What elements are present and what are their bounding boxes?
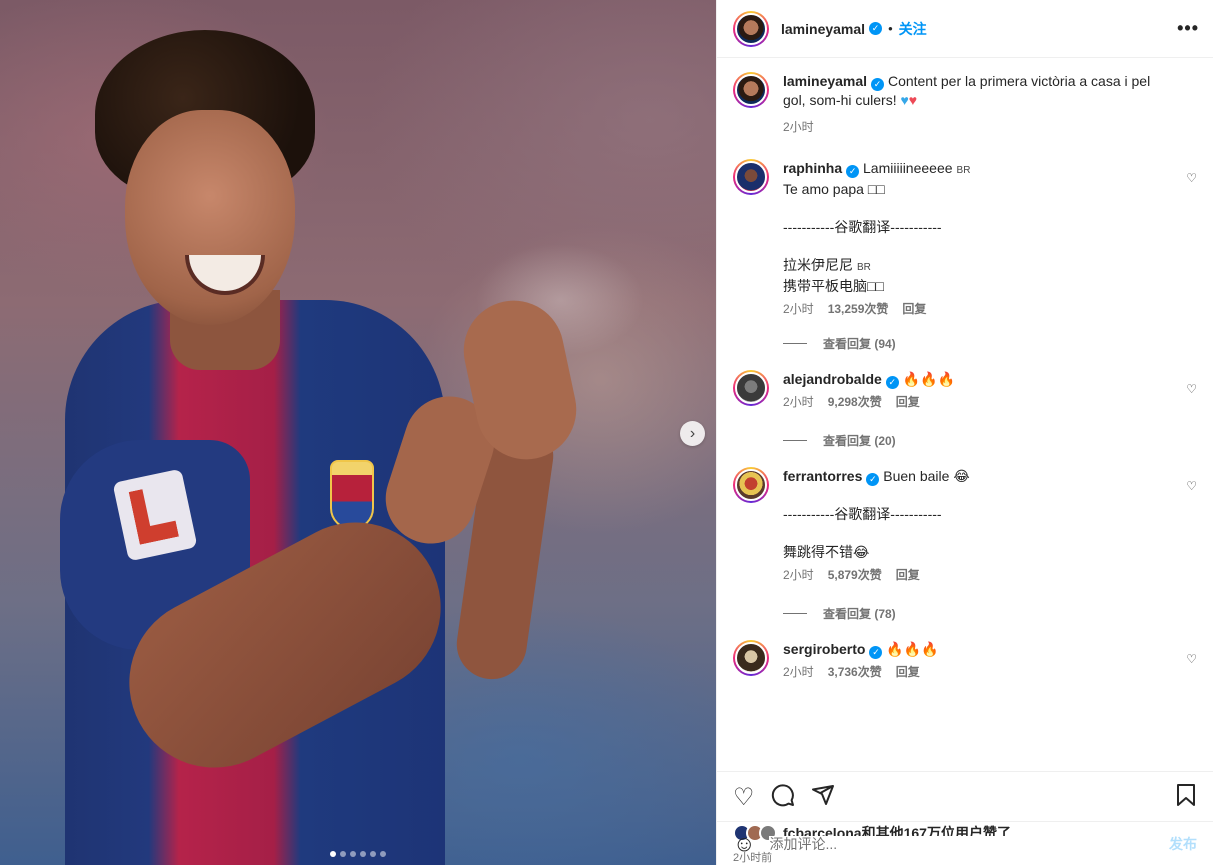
carousel-dot <box>330 851 336 857</box>
verified-icon: ✓ <box>869 22 883 35</box>
like-comment-icon[interactable]: ♡ <box>1186 479 1197 493</box>
caption-time: 2小时 <box>783 120 814 134</box>
avatar[interactable] <box>733 467 769 503</box>
comment-username[interactable]: sergiroberto <box>783 641 865 657</box>
comment-likes[interactable]: 13,259次赞 <box>828 300 889 319</box>
post-side-panel: lamineyamal ✓ • 关注 ••• lamineyamal ✓ Cont… <box>716 0 1213 865</box>
avatar[interactable] <box>733 10 769 47</box>
follow-button[interactable]: 关注 <box>899 19 927 39</box>
view-replies-button[interactable]: 查看回复 (20) <box>783 432 1197 449</box>
more-options-icon[interactable]: ••• <box>1177 18 1199 39</box>
caption: lamineyamal ✓ Content per la primera vict… <box>733 72 1197 137</box>
carousel-dot <box>350 851 356 857</box>
emoji-icon[interactable]: ☺ <box>733 831 755 857</box>
like-comment-icon[interactable]: ♡ <box>1186 382 1197 396</box>
comment-text: 🔥🔥🔥 <box>902 371 955 387</box>
verified-icon: ✓ <box>871 78 885 91</box>
reply-button[interactable]: 回复 <box>896 566 920 585</box>
red-heart-icon: ♥ <box>908 92 918 108</box>
comment-username[interactable]: raphinha <box>783 160 842 176</box>
translated-text: 舞跳得不错😂 <box>783 544 870 560</box>
post-header: lamineyamal ✓ • 关注 ••• <box>717 0 1213 58</box>
caption-username[interactable]: lamineyamal <box>783 73 867 89</box>
bookmark-icon[interactable] <box>1175 783 1197 812</box>
carousel-dot <box>340 851 346 857</box>
view-replies-label: 查看回复 (94) <box>823 337 896 351</box>
reply-button[interactable]: 回复 <box>896 663 920 682</box>
carousel-dot <box>380 851 386 857</box>
carousel-dot <box>370 851 376 857</box>
comment-time: 2小时 <box>783 665 814 679</box>
comment-time: 2小时 <box>783 302 814 316</box>
comment-likes[interactable]: 3,736次赞 <box>828 663 882 682</box>
header-username[interactable]: lamineyamal <box>781 21 865 37</box>
view-replies-button[interactable]: 查看回复 (94) <box>783 335 1197 352</box>
like-comment-icon[interactable]: ♡ <box>1186 171 1197 185</box>
comment-input[interactable] <box>769 835 1169 852</box>
like-comment-icon[interactable]: ♡ <box>1186 652 1197 666</box>
avatar[interactable] <box>733 370 769 406</box>
like-icon[interactable]: ♡ <box>733 785 755 810</box>
comment-item: alejandrobalde ✓ 🔥🔥🔥 2小时 9,298次赞 回复 ♡ <box>733 370 1197 412</box>
next-slide-button[interactable]: › <box>680 421 705 446</box>
view-replies-label: 查看回复 (78) <box>823 607 896 621</box>
avatar[interactable] <box>733 159 769 195</box>
comment-text: 🔥🔥🔥 <box>886 641 939 657</box>
translated-text: 拉米伊尼尼 <box>783 257 853 273</box>
carousel-dot <box>360 851 366 857</box>
verified-icon: ✓ <box>846 165 860 178</box>
comment-username[interactable]: ferrantorres <box>783 468 862 484</box>
comment-likes[interactable]: 5,879次赞 <box>828 566 882 585</box>
verified-icon: ✓ <box>866 473 880 486</box>
post-comment-button[interactable]: 发布 <box>1169 834 1197 854</box>
comment-item: raphinha ✓ Lamiiiiineeeee BR Te amo papa □… <box>733 159 1197 319</box>
comments-list: lamineyamal ✓ Content per la primera vict… <box>717 58 1213 771</box>
comment-item: ferrantorres ✓ Buen baile 😂 -----------谷歌… <box>733 467 1197 585</box>
translation-divider: -----------谷歌翻译----------- <box>783 219 942 235</box>
comment-time: 2小时 <box>783 568 814 582</box>
photo-face <box>125 110 295 325</box>
post-actions: ♡ <box>717 771 1213 823</box>
view-replies-label: 查看回复 (20) <box>823 434 896 448</box>
fcb-crest-icon <box>330 460 374 530</box>
comment-text-suffix: □□ <box>867 181 885 197</box>
carousel-dots <box>330 851 386 857</box>
post-media: › <box>0 0 716 865</box>
header-separator: • <box>888 21 893 36</box>
post-dialog: › lamineyamal ✓ • 关注 ••• lamineyamal ✓ C… <box>0 0 1213 865</box>
translated-text-line2: 携带平板电脑□□ <box>783 278 884 294</box>
view-replies-button[interactable]: 查看回复 (78) <box>783 605 1197 622</box>
comment-text: Buen baile 😂 <box>883 468 970 484</box>
verified-icon: ✓ <box>869 646 883 659</box>
comment-icon[interactable] <box>771 783 795 812</box>
avatar[interactable] <box>733 72 769 108</box>
translation-divider: -----------谷歌翻译----------- <box>783 506 942 522</box>
comment-username[interactable]: alejandrobalde <box>783 371 882 387</box>
share-icon[interactable] <box>811 783 835 812</box>
reply-button[interactable]: 回复 <box>902 300 926 319</box>
verified-icon: ✓ <box>885 376 899 389</box>
reply-button[interactable]: 回复 <box>896 393 920 412</box>
comment-item: sergiroberto ✓ 🔥🔥🔥 2小时 3,736次赞 回复 ♡ <box>733 640 1197 682</box>
translated-tag: BR <box>857 262 871 273</box>
comment-text: Lamiiiiineeeee <box>863 160 953 176</box>
add-comment-bar: ☺ 发布 <box>717 821 1213 865</box>
comment-time: 2小时 <box>783 395 814 409</box>
comment-text-line2: Te amo papa <box>783 181 864 197</box>
avatar[interactable] <box>733 640 769 676</box>
blue-heart-icon: ♥ <box>900 92 909 108</box>
comment-likes[interactable]: 9,298次赞 <box>828 393 882 412</box>
comment-tag: BR <box>956 165 971 176</box>
